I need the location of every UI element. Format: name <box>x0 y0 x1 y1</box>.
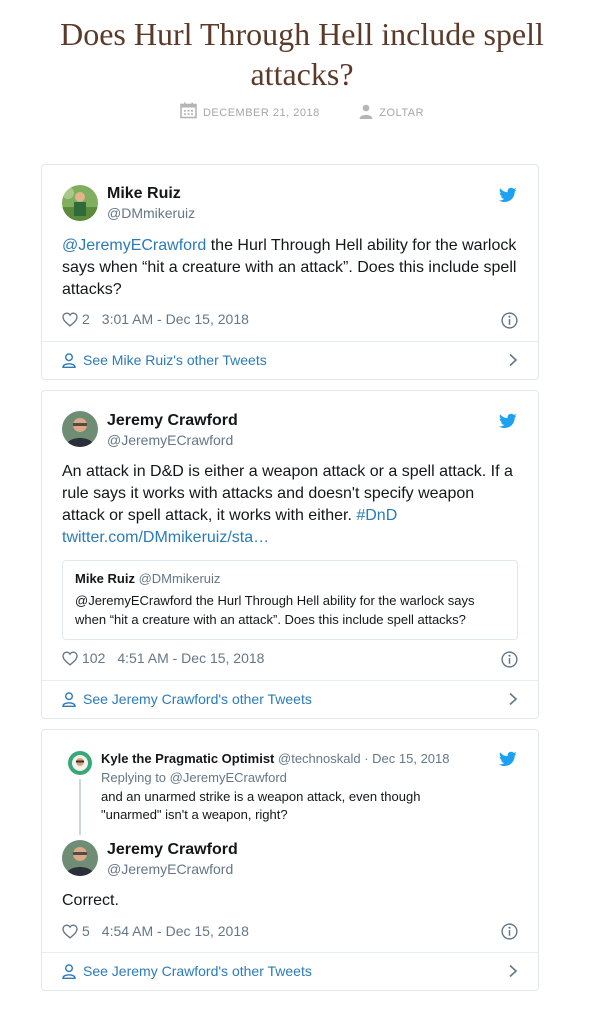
twitter-bird-icon[interactable] <box>499 186 517 204</box>
see-other-tweets-link[interactable]: See Jeremy Crawford's other Tweets <box>62 963 518 979</box>
calendar-icon <box>180 102 197 119</box>
tweet-author-name[interactable]: Mike Ruiz <box>107 185 181 203</box>
tweet-timestamp[interactable]: 4:51 AM - Dec 15, 2018 <box>117 650 264 666</box>
chevron-right-icon[interactable] <box>508 692 518 706</box>
hashtag-link[interactable]: #DnD <box>356 507 397 524</box>
tweet-footer: 2 3:01 AM - Dec 15, 2018 <box>62 311 518 327</box>
tweet-body-text: An attack in D&D is either a weapon atta… <box>62 463 513 524</box>
tweet-footer: 5 4:54 AM - Dec 15, 2018 <box>62 923 518 939</box>
person-icon <box>359 104 373 119</box>
mention-link[interactable]: @JeremyECrawford <box>62 237 206 254</box>
see-other-tweets-link[interactable]: See Jeremy Crawford's other Tweets <box>62 691 518 707</box>
twitter-bird-icon[interactable] <box>499 412 517 430</box>
tweet-footer: 102 4:51 AM - Dec 15, 2018 <box>62 650 518 666</box>
parent-author-name[interactable]: Kyle the Pragmatic Optimist <box>101 751 274 766</box>
person-outline-icon <box>62 691 76 707</box>
like-count: 2 <box>82 311 90 327</box>
see-other-tweets-text[interactable]: See Mike Ruiz's other Tweets <box>83 352 267 368</box>
tweet-card-3: Kyle the Pragmatic Optimist @technoskald… <box>41 729 539 991</box>
quoted-tweet-link[interactable]: twitter.com/DMmikeruiz/sta… <box>62 529 269 546</box>
avatar[interactable] <box>62 840 98 876</box>
tweet-text: Correct. <box>62 892 119 909</box>
avatar[interactable] <box>62 185 98 221</box>
tweet-timestamp[interactable]: 4:54 AM - Dec 15, 2018 <box>102 923 249 939</box>
parent-tweet-text: and an unarmed strike is a weapon attack… <box>101 789 421 822</box>
heart-icon <box>62 650 78 666</box>
replying-to[interactable]: Replying to @JeremyECrawford <box>101 769 287 787</box>
tweet-author-handle[interactable]: @DMmikeruiz <box>107 205 195 221</box>
parent-author-handle[interactable]: @technoskald <box>278 751 361 766</box>
tweet-timestamp[interactable]: 3:01 AM - Dec 15, 2018 <box>102 311 249 327</box>
tweet-text: @JeremyECrawford the Hurl Through Hell a… <box>62 235 518 301</box>
tweet-author-name[interactable]: Jeremy Crawford <box>107 841 238 859</box>
quoted-author-name: Mike Ruiz <box>75 571 135 586</box>
tweet-divider <box>42 341 538 342</box>
quoted-tweet-text: @JeremyECrawford the Hurl Through Hell a… <box>75 593 475 627</box>
like-button[interactable]: 102 <box>62 650 105 666</box>
reply-thread-line <box>79 779 81 835</box>
person-outline-icon <box>62 963 76 979</box>
like-button[interactable]: 2 <box>62 311 90 327</box>
twitter-bird-icon[interactable] <box>499 750 517 768</box>
avatar[interactable] <box>62 411 98 447</box>
info-icon[interactable] <box>501 312 518 329</box>
tweet-card-1: Mike Ruiz @DMmikeruiz @JeremyECrawford t… <box>41 164 539 380</box>
heart-icon <box>62 311 78 327</box>
see-other-tweets-text[interactable]: See Jeremy Crawford's other Tweets <box>83 963 312 979</box>
person-outline-icon <box>62 352 76 368</box>
see-other-tweets-text[interactable]: See Jeremy Crawford's other Tweets <box>83 691 312 707</box>
info-icon[interactable] <box>501 923 518 940</box>
like-count: 102 <box>82 650 106 666</box>
tweet-text: An attack in D&D is either a weapon atta… <box>62 461 518 549</box>
quoted-author-handle: @DMmikeruiz <box>138 571 221 586</box>
see-other-tweets-link[interactable]: See Mike Ruiz's other Tweets <box>62 352 518 368</box>
post-author-text[interactable]: ZOLTAR <box>379 107 424 119</box>
tweet-author-name[interactable]: Jeremy Crawford <box>107 412 238 430</box>
page-title: Does Hurl Through Hell include spell att… <box>60 16 544 92</box>
chevron-right-icon[interactable] <box>508 353 518 367</box>
info-icon[interactable] <box>501 651 518 668</box>
like-button[interactable]: 5 <box>62 923 90 939</box>
tweet-author-handle[interactable]: @JeremyECrawford <box>107 432 233 448</box>
quoted-tweet[interactable]: Mike Ruiz @DMmikeruiz @JeremyECrawford t… <box>62 560 518 640</box>
parent-tweet-header: Kyle the Pragmatic Optimist @technoskald… <box>101 750 450 768</box>
post-date-text: DECEMBER 21, 2018 <box>202 107 320 119</box>
post-author[interactable]: ZOLTAR <box>359 104 424 119</box>
parent-tweet-date[interactable]: · Dec 15, 2018 <box>364 751 449 766</box>
tweet-divider <box>42 680 538 681</box>
parent-avatar[interactable] <box>68 751 92 775</box>
post-date: DECEMBER 21, 2018 <box>180 102 320 119</box>
post-meta: DECEMBER 21, 2018 ZOLTAR <box>0 102 604 122</box>
tweet-author-handle[interactable]: @JeremyECrawford <box>107 861 233 877</box>
like-count: 5 <box>82 923 90 939</box>
heart-icon <box>62 923 78 939</box>
tweet-card-2: Jeremy Crawford @JeremyECrawford An atta… <box>41 390 539 719</box>
chevron-right-icon[interactable] <box>508 964 518 978</box>
tweet-divider <box>42 952 538 953</box>
